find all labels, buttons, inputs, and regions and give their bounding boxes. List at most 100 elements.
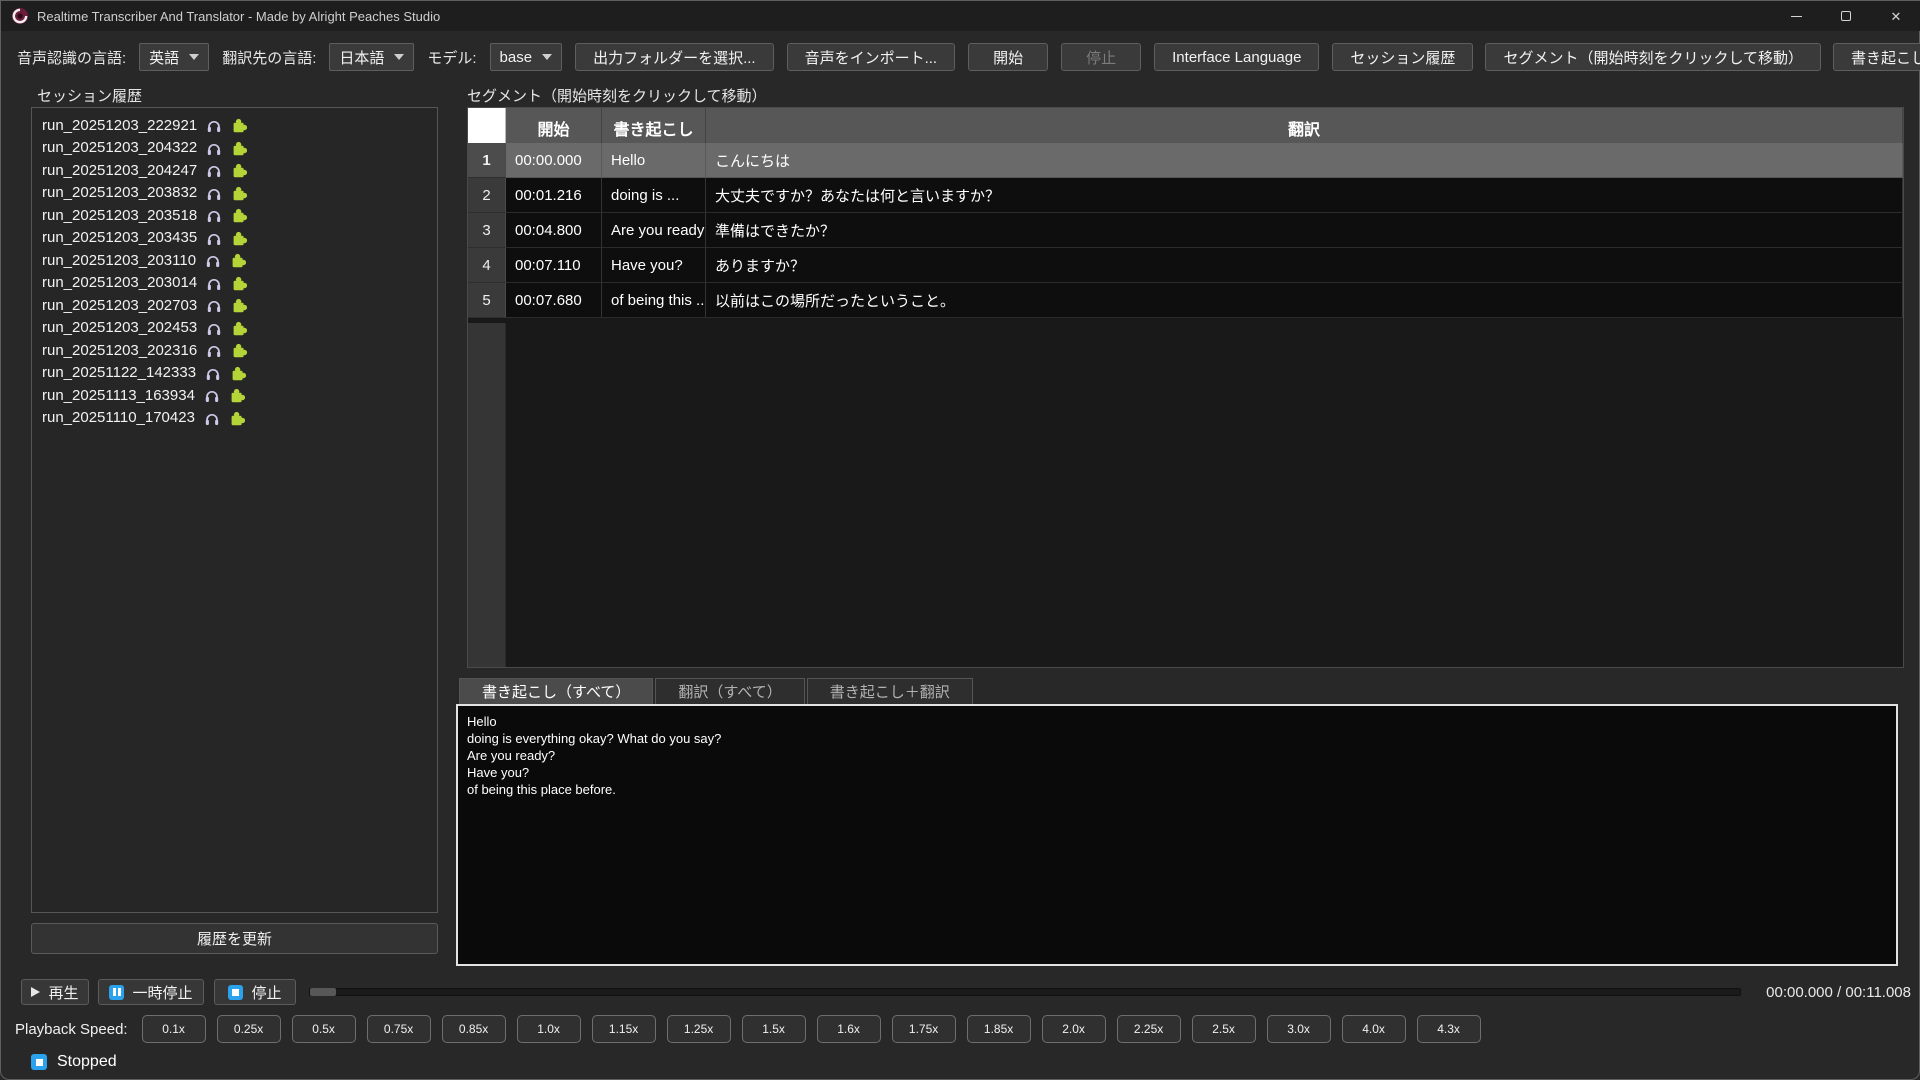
select-output-folder-button[interactable]: 出力フォルダーを選択... xyxy=(575,43,774,71)
maximize-button[interactable] xyxy=(1821,1,1871,31)
column-header-start[interactable]: 開始 xyxy=(506,108,602,148)
speed-button[interactable]: 1.25x xyxy=(667,1015,731,1043)
play-icon xyxy=(31,987,40,997)
cell-transcript[interactable]: of being this ... xyxy=(602,283,706,318)
play-button[interactable]: 再生 xyxy=(21,979,89,1005)
speed-button[interactable]: 2.5x xyxy=(1192,1015,1256,1043)
speed-button[interactable]: 0.25x xyxy=(217,1015,281,1043)
import-audio-button[interactable]: 音声をインポート... xyxy=(787,43,956,71)
row-header[interactable]: 3 xyxy=(468,213,506,248)
transcript-textarea[interactable]: Hello doing is everything okay? What do … xyxy=(456,704,1898,966)
speed-button[interactable]: 1.6x xyxy=(817,1015,881,1043)
speed-button[interactable]: 0.75x xyxy=(367,1015,431,1043)
cell-transcript[interactable]: Have you? xyxy=(602,248,706,283)
speed-button[interactable]: 2.25x xyxy=(1117,1015,1181,1043)
session-name: run_20251110_170423 xyxy=(42,409,195,426)
panel-toggle-session-history[interactable]: セッション履歴 xyxy=(1332,43,1473,71)
stop-icon xyxy=(228,985,243,1000)
session-list-item[interactable]: run_20251113_163934 xyxy=(32,384,437,407)
panel-toggle-transcript-translation[interactable]: 書き起こし＋翻訳 xyxy=(1833,43,1920,71)
cell-start[interactable]: 00:01.216 xyxy=(506,178,602,213)
cell-transcript[interactable]: Hello xyxy=(602,143,706,178)
session-list-item[interactable]: run_20251203_203435 xyxy=(32,227,437,250)
session-name: run_20251203_222921 xyxy=(42,117,197,134)
stop-playback-button[interactable]: 停止 xyxy=(214,979,296,1005)
row-header[interactable]: 2 xyxy=(468,178,506,213)
title-bar: Realtime Transcriber And Translator - Ma… xyxy=(1,1,1920,31)
session-list-item[interactable]: run_20251203_202316 xyxy=(32,339,437,362)
seek-slider[interactable] xyxy=(309,988,1741,996)
stop-button[interactable]: 停止 xyxy=(1061,43,1141,71)
headphones-icon xyxy=(205,365,221,381)
speed-button[interactable]: 2.0x xyxy=(1042,1015,1106,1043)
cell-transcript[interactable]: Are you ready? xyxy=(602,213,706,248)
refresh-history-button[interactable]: 履歴を更新 xyxy=(31,923,438,954)
cell-start[interactable]: 00:07.680 xyxy=(506,283,602,318)
session-name: run_20251203_203014 xyxy=(42,274,197,291)
speed-button[interactable]: 1.0x xyxy=(517,1015,581,1043)
speed-button[interactable]: 1.75x xyxy=(892,1015,956,1043)
session-list-item[interactable]: run_20251110_170423 xyxy=(32,407,437,430)
speed-button[interactable]: 1.85x xyxy=(967,1015,1031,1043)
column-header-translation[interactable]: 翻訳 xyxy=(706,108,1903,148)
session-list-item[interactable]: run_20251122_142333 xyxy=(32,362,437,385)
session-name: run_20251203_202453 xyxy=(42,319,197,336)
row-header[interactable]: 1 xyxy=(468,143,506,178)
cell-translation[interactable]: ありますか？ xyxy=(706,248,1903,283)
cell-transcript[interactable]: doing is ... xyxy=(602,178,706,213)
close-button[interactable]: ✕ xyxy=(1871,1,1920,31)
session-list-item[interactable]: run_20251203_202453 xyxy=(32,317,437,340)
session-list-item[interactable]: run_20251203_203832 xyxy=(32,182,437,205)
speed-button[interactable]: 4.3x xyxy=(1417,1015,1481,1043)
headphones-icon xyxy=(204,387,220,403)
row-header[interactable]: 5 xyxy=(468,283,506,318)
cell-start[interactable]: 00:00.000 xyxy=(506,143,602,178)
pause-button[interactable]: 一時停止 xyxy=(98,979,204,1005)
source-language-select[interactable]: 英語 xyxy=(139,43,209,71)
headphones-icon xyxy=(206,185,222,201)
session-name: run_20251203_203832 xyxy=(42,184,197,201)
column-header-transcript[interactable]: 書き起こし xyxy=(602,108,706,148)
minimize-icon xyxy=(1791,16,1802,17)
headphones-icon xyxy=(205,252,221,268)
target-language-select[interactable]: 日本語 xyxy=(329,43,414,71)
puzzle-piece-icon xyxy=(231,117,247,133)
panel-toggle-segments[interactable]: セグメント（開始時刻をクリックして移動） xyxy=(1485,43,1821,71)
interface-language-button[interactable]: Interface Language xyxy=(1154,43,1319,71)
maximize-icon xyxy=(1841,11,1851,21)
speed-button[interactable]: 1.15x xyxy=(592,1015,656,1043)
session-name: run_20251203_202703 xyxy=(42,297,197,314)
tab-translation-all[interactable]: 翻訳（すべて） xyxy=(655,678,804,704)
session-list-item[interactable]: run_20251203_204322 xyxy=(32,137,437,160)
start-button[interactable]: 開始 xyxy=(968,43,1048,71)
headphones-icon xyxy=(204,410,220,426)
row-header[interactable]: 4 xyxy=(468,248,506,283)
cell-translation[interactable]: こんにちは xyxy=(706,143,1903,178)
seek-slider-handle[interactable] xyxy=(310,988,336,996)
session-history-list[interactable]: run_20251203_222921 run_20251203_204322 xyxy=(31,107,438,913)
speed-button[interactable]: 0.85x xyxy=(442,1015,506,1043)
cell-translation[interactable]: 以前はこの場所だったということ。 xyxy=(706,283,1903,318)
table-corner-cell[interactable] xyxy=(468,108,506,148)
minimize-button[interactable] xyxy=(1771,1,1821,31)
session-list-item[interactable]: run_20251203_202703 xyxy=(32,294,437,317)
tab-transcript-all[interactable]: 書き起こし（すべて） xyxy=(459,678,653,704)
speed-button[interactable]: 0.1x xyxy=(142,1015,206,1043)
session-list-item[interactable]: run_20251203_222921 xyxy=(32,114,437,137)
session-name: run_20251203_204247 xyxy=(42,162,197,179)
cell-translation[interactable]: 大丈夫ですか？あなたは何と言いますか？ xyxy=(706,178,1903,213)
tab-transcript-plus-translation[interactable]: 書き起こし＋翻訳 xyxy=(807,678,973,704)
session-list-item[interactable]: run_20251203_204247 xyxy=(32,159,437,182)
session-list-item[interactable]: run_20251203_203014 xyxy=(32,272,437,295)
speed-button[interactable]: 1.5x xyxy=(742,1015,806,1043)
session-list-item[interactable]: run_20251203_203518 xyxy=(32,204,437,227)
model-select[interactable]: base xyxy=(490,43,563,71)
speed-button[interactable]: 4.0x xyxy=(1342,1015,1406,1043)
speed-button[interactable]: 3.0x xyxy=(1267,1015,1331,1043)
status-text: Stopped xyxy=(57,1053,117,1071)
session-list-item[interactable]: run_20251203_203110 xyxy=(32,249,437,272)
cell-start[interactable]: 00:07.110 xyxy=(506,248,602,283)
cell-translation[interactable]: 準備はできたか？ xyxy=(706,213,1903,248)
cell-start[interactable]: 00:04.800 xyxy=(506,213,602,248)
speed-button[interactable]: 0.5x xyxy=(292,1015,356,1043)
